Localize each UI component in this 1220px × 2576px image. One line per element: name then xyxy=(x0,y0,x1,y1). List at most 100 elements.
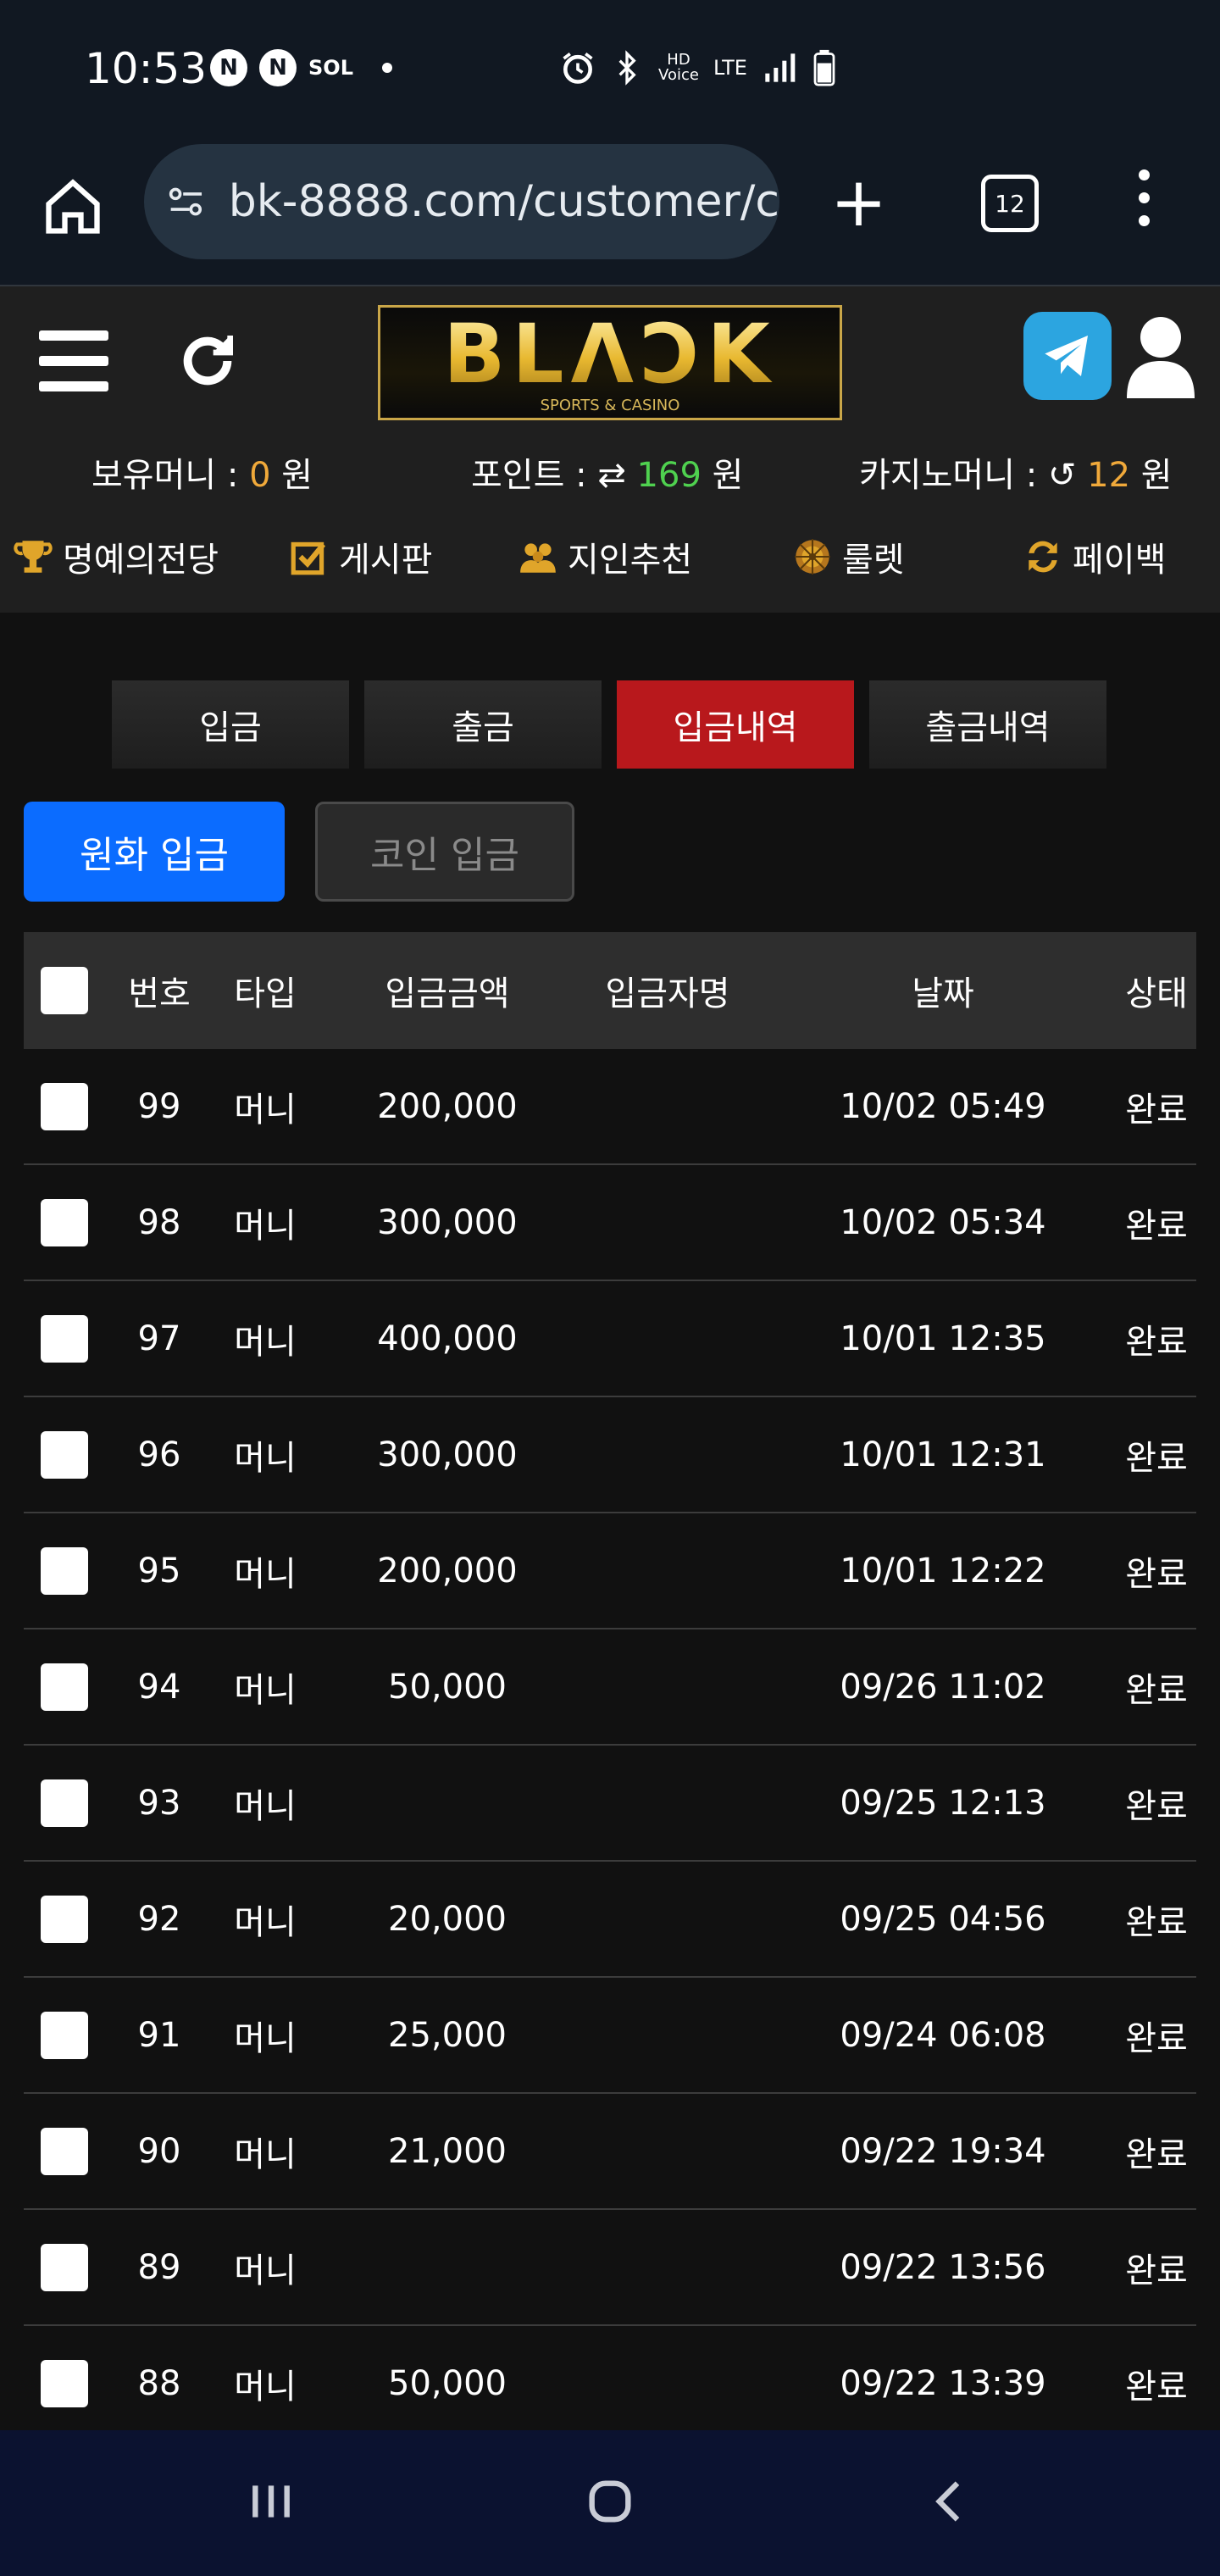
casino-label: 카지노머니 : xyxy=(859,456,1038,495)
home-icon[interactable] xyxy=(41,175,105,239)
table-row[interactable]: 96 머니 300,000 10/01 12:31 완료 xyxy=(24,1397,1196,1513)
table-row[interactable]: 88 머니 50,000 09/22 13:39 완료 xyxy=(24,2326,1196,2442)
table-row[interactable]: 92 머니 20,000 09/25 04:56 완료 xyxy=(24,1862,1196,1978)
table-row[interactable]: 99 머니 200,000 10/02 05:49 완료 xyxy=(24,1049,1196,1165)
cell-number: 97 xyxy=(137,1319,181,1358)
new-tab-icon[interactable]: + xyxy=(830,169,887,236)
cell-depositor xyxy=(574,2210,761,2324)
table-row[interactable]: 93 머니 09/25 12:13 완료 xyxy=(24,1746,1196,1862)
home-icon[interactable] xyxy=(583,2474,637,2529)
row-checkbox[interactable] xyxy=(41,1895,88,1943)
nav-board[interactable]: 게시판 xyxy=(288,532,432,581)
tab-switcher-button[interactable]: 12 xyxy=(981,175,1039,232)
tab-deposit-history[interactable]: 입금내역 xyxy=(617,680,854,769)
cell-number: 88 xyxy=(137,2363,181,2403)
cell-number: 94 xyxy=(137,1667,181,1707)
row-checkbox[interactable] xyxy=(41,2359,88,2407)
cell-status: 완료 xyxy=(1125,2367,1188,2407)
coin-deposit-button[interactable]: 코인 입금 xyxy=(315,802,574,902)
table-header: 번호 타입 입금금액 입금자명 날짜 상태 xyxy=(24,932,1196,1049)
cell-type: 머니 xyxy=(234,1786,297,1826)
row-checkbox[interactable] xyxy=(41,1779,88,1827)
nav-label: 명예의전당 xyxy=(63,541,219,580)
tab-withdraw-history[interactable]: 출금내역 xyxy=(869,680,1106,769)
table-row[interactable]: 97 머니 400,000 10/01 12:35 완료 xyxy=(24,1281,1196,1397)
cell-depositor xyxy=(574,1513,761,1628)
nav-hall-of-fame[interactable]: 명예의전당 xyxy=(12,532,219,581)
notification-dot-icon xyxy=(381,63,392,73)
row-checkbox[interactable] xyxy=(41,1430,88,1479)
point-balance: 포인트 : ⇄ 169 원 xyxy=(471,447,743,497)
cell-date: 10/02 05:49 xyxy=(840,1086,1046,1126)
row-checkbox[interactable] xyxy=(41,1082,88,1130)
status-left-icons: N N SOL xyxy=(210,49,392,86)
row-checkbox[interactable] xyxy=(41,1314,88,1363)
tab-deposit[interactable]: 입금 xyxy=(112,680,349,769)
url-text[interactable]: bk-8888.com/customer/c xyxy=(229,176,779,227)
refresh-icon[interactable] xyxy=(174,327,241,395)
column-header-type: 타입 xyxy=(234,974,297,1013)
recover-icon[interactable]: ↺ xyxy=(1048,456,1077,495)
cell-date: 09/25 12:13 xyxy=(840,1783,1046,1823)
menu-icon[interactable] xyxy=(39,330,108,391)
table-row[interactable]: 98 머니 300,000 10/02 05:34 완료 xyxy=(24,1165,1196,1281)
cell-depositor xyxy=(574,1978,761,2092)
cell-depositor xyxy=(574,1281,761,1396)
cell-type: 머니 xyxy=(234,1322,297,1362)
cell-date: 09/22 13:56 xyxy=(840,2247,1046,2287)
recents-icon[interactable] xyxy=(244,2474,298,2529)
cell-number: 95 xyxy=(137,1551,181,1591)
row-checkbox[interactable] xyxy=(41,1546,88,1595)
back-icon[interactable] xyxy=(923,2474,978,2529)
column-header-number: 번호 xyxy=(128,974,191,1013)
row-checkbox[interactable] xyxy=(41,2011,88,2059)
status-bar: 10:53 N N SOL HD Voice LTE xyxy=(0,0,1220,144)
point-unit: 원 xyxy=(712,456,744,495)
table-row[interactable]: 94 머니 50,000 09/26 11:02 완료 xyxy=(24,1629,1196,1746)
cell-type: 머니 xyxy=(234,1902,297,1942)
table-row[interactable]: 91 머니 25,000 09/24 06:08 완료 xyxy=(24,1978,1196,2094)
naver-icon: N xyxy=(259,49,297,86)
cell-date: 10/01 12:22 xyxy=(840,1551,1046,1591)
cell-depositor xyxy=(574,2094,761,2208)
nav-payback[interactable]: 페이백 xyxy=(1022,532,1166,581)
cell-status: 완료 xyxy=(1125,1206,1188,1246)
cell-status: 완료 xyxy=(1125,2251,1188,2290)
cell-date: 10/01 12:35 xyxy=(840,1319,1046,1358)
money-balance: 보유머니 : 0 원 xyxy=(92,447,313,497)
table-row[interactable]: 95 머니 200,000 10/01 12:22 완료 xyxy=(24,1513,1196,1629)
site-logo[interactable]: BLΛƆK SPORTS & CASINO xyxy=(378,305,842,420)
more-options-icon[interactable] xyxy=(1135,169,1152,226)
cell-date: 09/22 19:34 xyxy=(840,2131,1046,2171)
table-row[interactable]: 89 머니 09/22 13:56 완료 xyxy=(24,2210,1196,2326)
row-checkbox[interactable] xyxy=(41,1663,88,1711)
user-icon[interactable] xyxy=(1127,314,1195,398)
deposit-history-table: 번호 타입 입금금액 입금자명 날짜 상태 99 머니 200,000 10/02 0… xyxy=(24,932,1196,2442)
cell-status: 완료 xyxy=(1125,1322,1188,1362)
lte-icon: LTE xyxy=(713,56,747,80)
table-row[interactable]: 90 머니 21,000 09/22 19:34 완료 xyxy=(24,2094,1196,2210)
row-checkbox[interactable] xyxy=(41,2243,88,2291)
address-bar[interactable]: bk-8888.com/customer/c xyxy=(144,144,779,259)
money-value: 0 xyxy=(249,456,271,495)
site-settings-icon[interactable] xyxy=(168,180,205,223)
row-checkbox[interactable] xyxy=(41,2127,88,2175)
krw-deposit-button[interactable]: 원화 입금 xyxy=(24,802,285,902)
cell-status: 완료 xyxy=(1125,1786,1188,1826)
cell-type: 머니 xyxy=(234,1090,297,1130)
alarm-icon xyxy=(563,53,593,84)
row-checkbox[interactable] xyxy=(41,1198,88,1246)
cell-type: 머니 xyxy=(234,2251,297,2290)
exchange-icon[interactable]: ⇄ xyxy=(597,456,626,495)
cell-depositor xyxy=(574,2326,761,2440)
telegram-icon[interactable] xyxy=(1023,312,1112,400)
select-all-checkbox[interactable] xyxy=(41,967,88,1014)
cell-depositor xyxy=(574,1746,761,1860)
roulette-icon xyxy=(795,539,830,575)
cell-amount: 200,000 xyxy=(377,1551,518,1591)
tab-withdraw[interactable]: 출금 xyxy=(364,680,602,769)
column-header-status: 상태 xyxy=(1125,974,1188,1013)
cell-amount: 50,000 xyxy=(388,2363,507,2403)
nav-roulette[interactable]: 룰렛 xyxy=(791,532,905,581)
nav-referral[interactable]: 지인추천 xyxy=(517,532,692,581)
